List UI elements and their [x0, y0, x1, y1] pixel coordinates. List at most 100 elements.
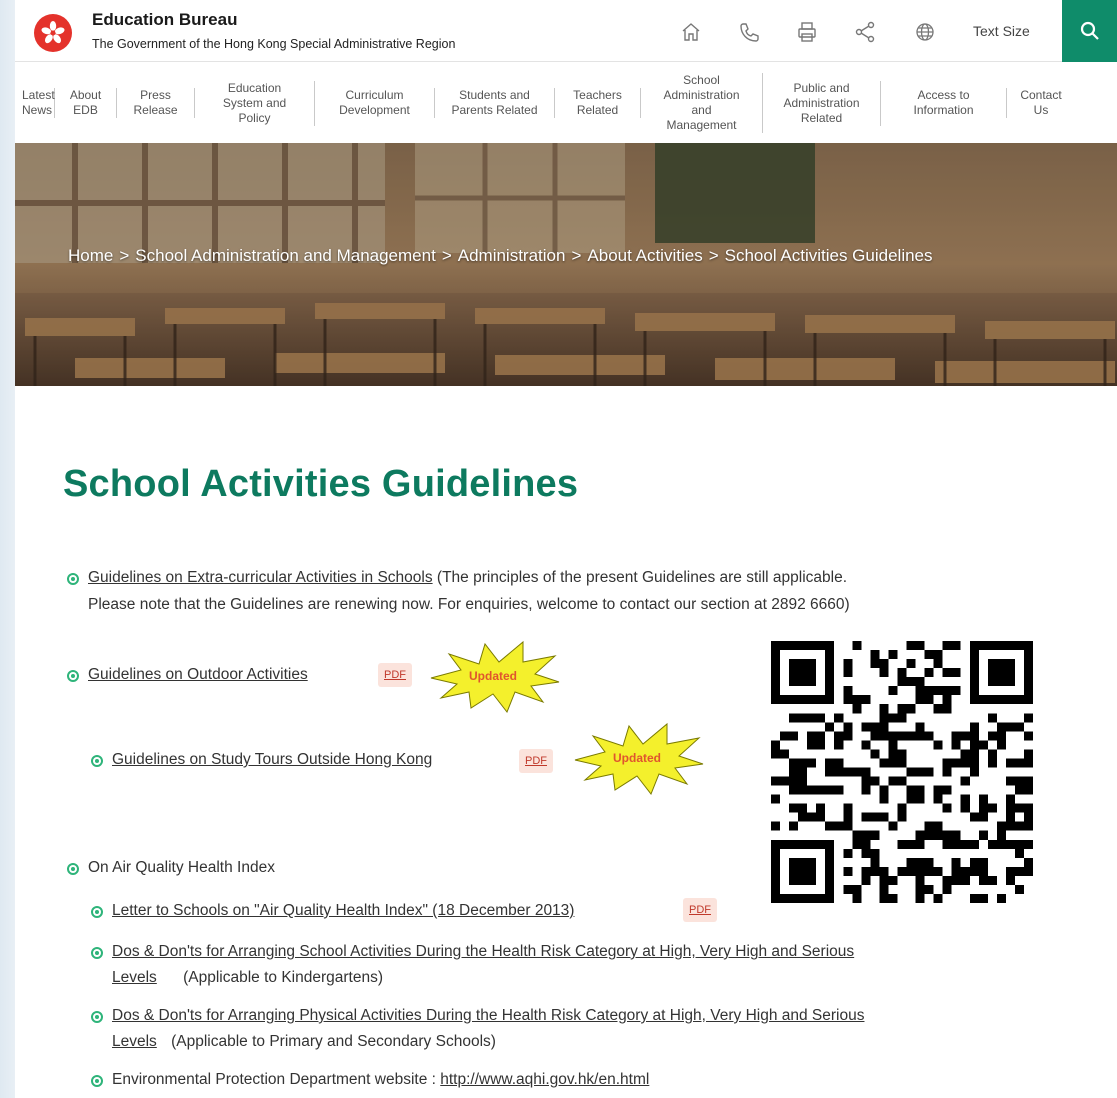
hksar-emblem-logo[interactable] [34, 14, 72, 52]
updated-label: Updated [469, 669, 517, 683]
page-title: School Activities Guidelines [63, 463, 579, 505]
outdoor-activities-link[interactable]: Guidelines on Outdoor Activities [88, 666, 308, 683]
site-title[interactable]: Education Bureau [92, 10, 237, 30]
nav-item-label: Latest [22, 88, 55, 102]
kindergarten-levels-link[interactable]: Levels [112, 969, 157, 986]
bullet-icon [91, 755, 103, 767]
physical-levels-link[interactable]: Levels [112, 1033, 157, 1050]
pdf-link[interactable]: PDF [519, 749, 553, 773]
site-subtitle: The Government of the Hong Kong Special … [92, 37, 456, 51]
nav-item[interactable]: Students and Parents Related [435, 88, 555, 118]
bullet-icon [91, 1011, 103, 1023]
nav-item[interactable]: Education System and Policy [195, 80, 315, 126]
nav-item-label: Access to [917, 88, 970, 102]
list-item-aqhi-letter: Letter to Schools on "Air Quality Health… [112, 902, 574, 920]
text-size-button[interactable]: Text Size [973, 23, 1030, 39]
physical-note: (Applicable to Primary and Secondary Sch… [171, 1033, 496, 1050]
breadcrumb-item[interactable]: Administration [458, 246, 566, 265]
bullet-icon [91, 1075, 103, 1087]
breadcrumb-item[interactable]: School Administration and Management [135, 246, 436, 265]
nav-item-label: Students and [459, 88, 530, 102]
kindergarten-dos-link[interactable]: Dos & Don'ts for Arranging School Activi… [112, 943, 854, 960]
search-button[interactable] [1062, 0, 1117, 62]
nav-item[interactable]: Curriculum Development [315, 88, 435, 118]
globe-icon[interactable] [913, 20, 937, 44]
aqhi-website-link[interactable]: http://www.aqhi.gov.hk/en.html [440, 1071, 649, 1088]
nav-item-label: Administration [663, 88, 740, 102]
nav-item-label: Contact [1020, 88, 1062, 102]
breadcrumb-item[interactable]: About Activities [587, 246, 702, 265]
breadcrumb-item[interactable]: Home [68, 246, 113, 265]
phone-icon[interactable] [737, 20, 761, 44]
nav-item-label: EDB [73, 103, 98, 117]
breadcrumb-separator: > [571, 246, 582, 265]
nav-item[interactable]: Press Release [117, 88, 195, 118]
print-icon[interactable] [795, 20, 819, 44]
nav-item[interactable]: Access to Information [881, 88, 1007, 118]
nav-item-label: Information [913, 103, 974, 117]
bullet-icon [67, 670, 79, 682]
nav-item[interactable]: About EDB [55, 88, 117, 118]
epd-website-label: Environmental Protection Department webs… [112, 1071, 441, 1088]
list-item-kindergarten-dos: Dos & Don'ts for Arranging School Activi… [112, 943, 854, 961]
breadcrumb-item[interactable]: School Activities Guidelines [725, 246, 933, 265]
air-quality-heading: On Air Quality Health Index [88, 859, 275, 876]
nav-item-label: Parents Related [451, 103, 538, 117]
nav-item-label: Education [227, 80, 282, 95]
pdf-link[interactable]: PDF [683, 898, 717, 922]
top-bar: Education Bureau The Government of the H… [15, 0, 1117, 62]
nav-item[interactable]: Public and Administration Related [763, 80, 881, 126]
share-icon[interactable] [853, 20, 877, 44]
extracurricular-note-continued: Please note that the Guidelines are rene… [88, 596, 850, 613]
nav-item-label: Related [800, 110, 843, 125]
nav-item[interactable]: Contact Us [1007, 88, 1075, 118]
list-item-epd-website: Environmental Protection Department webs… [112, 1071, 649, 1089]
page: Education Bureau The Government of the H… [15, 0, 1117, 1098]
outdoor-pdf-link-wrap: PDF [378, 663, 412, 687]
qr-code-image [771, 641, 1033, 903]
nav-item-label: System and [222, 95, 287, 110]
list-item-outdoor: Guidelines on Outdoor Activities [88, 666, 308, 684]
nav-item[interactable]: School Administration and Management [641, 73, 763, 133]
hero-banner: Home > School Administration and Managemen… [15, 143, 1117, 386]
nav-item-label: Development [339, 103, 410, 117]
bullet-icon [91, 906, 103, 918]
search-icon [1080, 21, 1099, 40]
breadcrumb-separator: > [441, 246, 452, 265]
study-tours-link[interactable]: Guidelines on Study Tours Outside Hong K… [112, 751, 432, 768]
nav-item-label: Press [140, 88, 171, 102]
nav-item-label: and [691, 103, 712, 117]
updated-burst-icon: Updated [574, 722, 704, 795]
updated-burst-icon: Updated [430, 640, 560, 713]
nav-item-label: Release [133, 103, 178, 117]
nav-item-label: Teachers [573, 88, 622, 102]
breadcrumb-separator: > [119, 246, 130, 265]
nav-item[interactable]: Latest News [15, 88, 55, 118]
nav-item-label: Curriculum [345, 88, 404, 102]
updated-label: Updated [613, 751, 661, 765]
kindergarten-dos-line2: Levels (Applicable to Kindergartens) [112, 969, 383, 987]
nav-item[interactable]: Teachers Related [555, 88, 641, 118]
list-item-physical-dos: Dos & Don'ts for Arranging Physical Acti… [112, 1007, 864, 1025]
list-item-study-tours: Guidelines on Study Tours Outside Hong K… [112, 751, 432, 769]
nav-item-label: Policy [238, 110, 271, 125]
home-icon[interactable] [679, 20, 703, 44]
physical-dos-line2: Levels (Applicable to Primary and Second… [112, 1033, 496, 1051]
main-nav: Latest News About EDB Press Release Education S… [15, 63, 1117, 143]
nav-item-label: Management [666, 118, 737, 132]
nav-item-label: About [69, 88, 102, 102]
breadcrumb-separator: > [708, 246, 719, 265]
pdf-link[interactable]: PDF [378, 663, 412, 687]
physical-dos-link[interactable]: Dos & Don'ts for Arranging Physical Acti… [112, 1007, 864, 1024]
nav-item-label: Us [1033, 103, 1049, 117]
bullet-icon [91, 947, 103, 959]
nav-item-label: Administration [783, 95, 860, 110]
aqhi-letter-pdf-wrap: PDF [683, 898, 717, 922]
extracurricular-guidelines-link[interactable]: Guidelines on Extra-curricular Activitie… [88, 569, 433, 586]
nav-item-label: News [22, 103, 53, 117]
bullet-icon [67, 573, 79, 585]
nav-item-label: School [683, 73, 720, 87]
aqhi-letter-link[interactable]: Letter to Schools on "Air Quality Health… [112, 902, 574, 919]
list-item-extracurricular: Guidelines on Extra-curricular Activitie… [88, 569, 847, 587]
bullet-icon [67, 863, 79, 875]
